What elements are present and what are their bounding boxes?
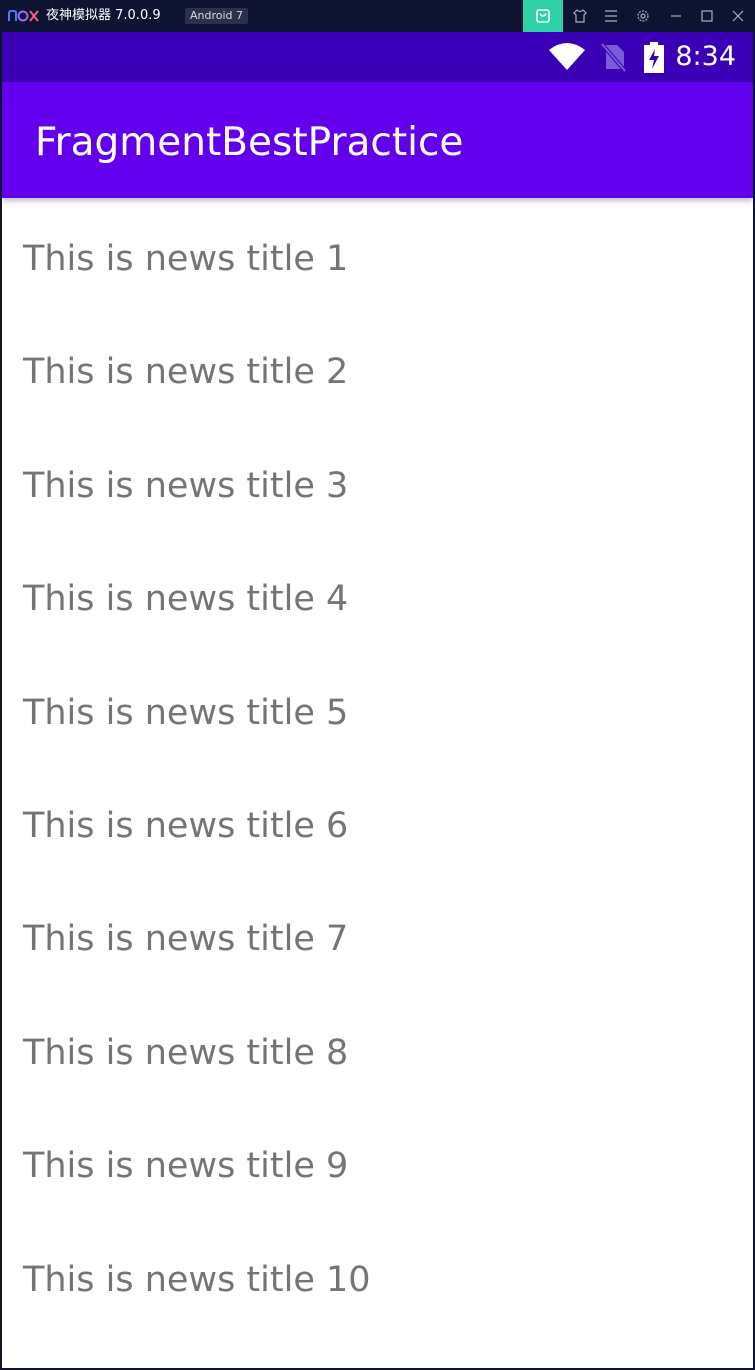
store-button[interactable]	[523, 0, 563, 32]
news-item[interactable]: This is news title 2	[2, 311, 753, 424]
app-bar: FragmentBestPractice	[2, 82, 753, 198]
minimize-button[interactable]	[660, 0, 692, 32]
maximize-icon	[701, 10, 713, 22]
news-item[interactable]: This is news title 10	[2, 1219, 753, 1332]
news-title: This is news title 10	[23, 1259, 371, 1300]
menu-icon	[605, 10, 617, 22]
skin-button[interactable]	[564, 0, 596, 32]
news-item[interactable]: This is news title 7	[2, 878, 753, 991]
emulator-title: 夜神模拟器 7.0.0.9	[46, 8, 161, 23]
news-item[interactable]: This is news title 9	[2, 1105, 753, 1218]
battery-charging-icon	[644, 42, 664, 73]
emulator-window: 夜神模拟器 7.0.0.9 Android 7 8:34 FragmentBes…	[0, 0, 755, 1370]
news-title: This is news title 7	[23, 919, 349, 960]
news-item[interactable]: This is news title 8	[2, 992, 753, 1105]
news-title: This is news title 8	[23, 1032, 349, 1073]
settings-icon	[637, 10, 649, 22]
android-screen: 8:34 FragmentBestPractice This is news t…	[2, 32, 753, 1368]
wifi-icon	[549, 43, 585, 70]
close-icon	[732, 10, 744, 22]
minimize-icon	[671, 15, 681, 17]
android-version-badge: Android 7	[185, 8, 249, 24]
maximize-button[interactable]	[691, 0, 723, 32]
news-list: This is news title 1 This is news title …	[2, 198, 753, 1332]
news-item[interactable]: This is news title 6	[2, 765, 753, 878]
store-icon	[536, 9, 550, 23]
app-title: FragmentBestPractice	[35, 120, 464, 165]
news-item[interactable]: This is news title 1	[2, 198, 753, 311]
news-title: This is news title 3	[23, 465, 349, 506]
news-title: This is news title 2	[23, 352, 349, 393]
news-item[interactable]: This is news title 3	[2, 425, 753, 538]
news-item[interactable]: This is news title 5	[2, 652, 753, 765]
no-sim-icon	[600, 42, 627, 72]
skin-icon	[573, 9, 587, 23]
news-item[interactable]: This is news title 4	[2, 538, 753, 651]
settings-button[interactable]	[627, 0, 659, 32]
status-time: 8:34	[675, 41, 736, 72]
emulator-titlebar[interactable]: 夜神模拟器 7.0.0.9 Android 7	[0, 0, 755, 32]
news-title: This is news title 4	[23, 579, 349, 620]
close-button[interactable]	[722, 0, 754, 32]
news-title: This is news title 5	[23, 692, 349, 733]
news-title: This is news title 1	[23, 239, 349, 279]
nox-logo	[8, 10, 39, 22]
menu-button[interactable]	[595, 0, 627, 32]
news-title: This is news title 6	[23, 805, 349, 846]
news-title: This is news title 9	[23, 1146, 349, 1187]
status-bar: 8:34	[2, 32, 753, 82]
